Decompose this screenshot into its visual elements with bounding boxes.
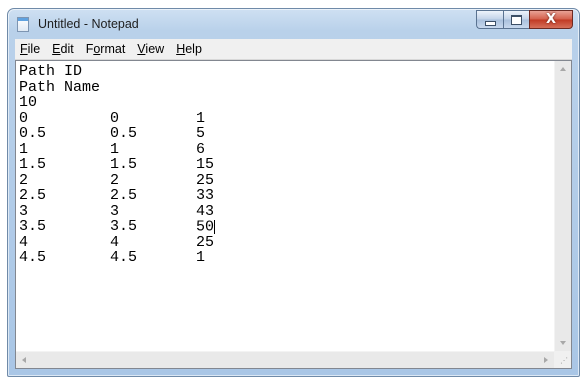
- cell: 33: [196, 187, 215, 204]
- horizontal-scrollbar[interactable]: [16, 351, 554, 368]
- text-content[interactable]: Path ID Path Name 10 0 0 1 0.5 0.5 5 1 1 6 1.5…: [16, 61, 554, 351]
- scroll-up-icon[interactable]: [560, 67, 566, 71]
- cell: 50: [196, 218, 215, 236]
- menu-file-accel: F: [20, 42, 28, 56]
- data-row: 4 4 25: [19, 233, 554, 251]
- menu-view-label: iew: [145, 42, 165, 56]
- close-icon: X: [545, 12, 557, 27]
- cell: 0.5: [19, 125, 47, 142]
- cell: 1: [19, 140, 29, 158]
- close-button[interactable]: X: [529, 10, 573, 29]
- data-row: 3 3 43: [19, 202, 554, 220]
- data-row: 3.5 3.5 50: [19, 219, 554, 235]
- cell: 2: [110, 171, 120, 189]
- data-row: 0.5 0.5 5: [19, 126, 554, 142]
- maximize-button[interactable]: [503, 10, 529, 29]
- minimize-button[interactable]: [476, 10, 503, 29]
- cell: 1.5: [110, 156, 138, 173]
- menu-edit[interactable]: Edit: [46, 42, 80, 56]
- vertical-scrollbar[interactable]: [554, 61, 571, 351]
- cell: 2.5: [110, 187, 138, 204]
- menu-help-label: elp: [185, 42, 202, 56]
- text-line: Path Name: [19, 78, 101, 96]
- menu-format-label: rmat: [100, 42, 126, 56]
- cell: 0: [110, 109, 120, 127]
- text-editor[interactable]: Path ID Path Name 10 0 0 1 0.5 0.5 5 1 1 6 1.5…: [15, 60, 572, 369]
- scroll-left-icon[interactable]: [22, 357, 26, 363]
- cell-with-caret: 50: [196, 218, 216, 236]
- caption-buttons: X: [476, 10, 573, 29]
- menu-help[interactable]: Help: [170, 42, 208, 56]
- cell: 43: [196, 202, 215, 220]
- title-bar[interactable]: Untitled - Notepad X: [8, 9, 579, 39]
- menu-view[interactable]: View: [131, 42, 170, 56]
- cell: 3.5: [19, 218, 47, 235]
- scroll-right-icon[interactable]: [544, 357, 548, 363]
- data-row: 2.5 2.5 33: [19, 188, 554, 204]
- resize-grip-icon: ⋰: [560, 356, 568, 365]
- cell: 0.5: [110, 125, 138, 142]
- cell: 2: [19, 171, 29, 189]
- cell: 4: [19, 233, 29, 251]
- menu-edit-accel: E: [52, 42, 61, 56]
- cell: 0: [19, 109, 29, 127]
- menu-help-accel: H: [176, 42, 186, 56]
- notepad-window: Untitled - Notepad X File Edit Format Vi…: [7, 8, 580, 377]
- data-row: 1 1 6: [19, 140, 554, 158]
- scroll-down-icon[interactable]: [560, 341, 566, 345]
- cell: 3: [19, 202, 29, 220]
- cell: 4: [110, 233, 120, 251]
- cell: 1: [110, 140, 120, 158]
- cell: 1: [196, 249, 206, 266]
- data-row: 4.5 4.5 1: [19, 250, 554, 266]
- text-line: 10: [19, 94, 38, 111]
- menu-edit-label: dit: [60, 42, 74, 56]
- cell: 4.5: [110, 249, 138, 266]
- cell: 15: [196, 156, 215, 173]
- cell: 1.5: [19, 156, 47, 173]
- cell: 2.5: [19, 187, 47, 204]
- data-row: 2 2 25: [19, 171, 554, 189]
- notepad-icon[interactable]: [17, 17, 29, 32]
- data-row: 0 0 1: [19, 109, 554, 127]
- minimize-icon: [484, 20, 496, 26]
- menu-file[interactable]: File: [15, 42, 46, 56]
- window-title: Untitled - Notepad: [38, 17, 139, 31]
- cell: 1: [196, 109, 206, 127]
- text-caret: [214, 220, 216, 234]
- cell: 5: [196, 125, 206, 142]
- cell: 3.5: [110, 218, 138, 235]
- menu-format[interactable]: Format: [80, 42, 132, 56]
- text-line: Path ID: [19, 63, 83, 80]
- cell: 3: [110, 202, 120, 220]
- cell: 4.5: [19, 249, 47, 266]
- size-grip[interactable]: ⋰: [554, 351, 571, 368]
- cell: 25: [196, 233, 215, 251]
- cell: 6: [196, 140, 206, 158]
- menu-file-label: ile: [27, 42, 41, 56]
- cell: 25: [196, 171, 215, 189]
- menu-bar: File Edit Format View Help: [15, 39, 572, 60]
- data-row: 1.5 1.5 15: [19, 157, 554, 173]
- maximize-icon: [511, 14, 522, 25]
